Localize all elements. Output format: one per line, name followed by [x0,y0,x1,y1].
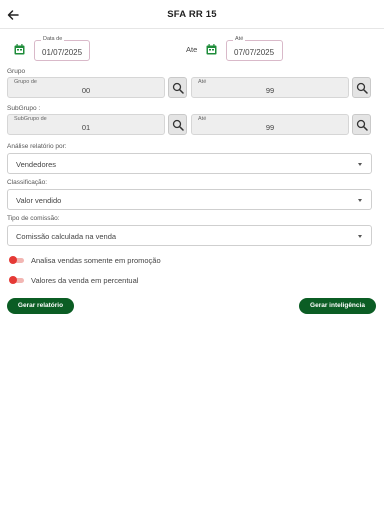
tipo-comissao-select-value: Comissão calculada na venda [16,232,117,241]
tipo-comissao-select[interactable]: Comissão calculada na venda [7,225,372,246]
subgrupo-from-label: SubGrupo de [14,116,47,122]
date-separator: Ate [186,45,198,54]
date-to-field[interactable]: Até 07/07/2025 [226,36,283,61]
date-from-value: 01/07/2025 [42,48,83,57]
percentual-toggle-label: Valores da venda em percentual [31,276,139,285]
subgrupo-to-field[interactable]: Até 99 [191,114,349,135]
analise-select-value: Vendedores [16,160,57,169]
grupo-from-field[interactable]: Grupo de 00 [7,77,165,98]
classificacao-select-value: Valor vendido [16,196,62,205]
percentual-toggle[interactable] [9,276,25,284]
classificacao-select[interactable]: Valor vendido [7,189,372,210]
chevron-down-icon [358,163,362,166]
grupo-from-value: 00 [81,86,91,95]
chevron-down-icon [358,235,362,238]
grupo-to-value: 99 [265,86,275,95]
analise-label: Análise relatório por: [7,143,67,150]
gerar-inteligencia-button[interactable]: Gerar inteligência [299,298,376,314]
promocao-toggle[interactable] [9,256,25,264]
search-icon [172,119,184,131]
search-icon [356,82,368,94]
date-from-field[interactable]: Data de 01/07/2025 [34,36,90,61]
grupo-from-search-button[interactable] [168,77,187,98]
calendar-icon[interactable] [206,44,217,55]
chevron-down-icon [358,199,362,202]
grupo-section-label: Grupo [7,68,26,75]
classificacao-label: Classificação: [7,179,48,186]
grupo-to-search-button[interactable] [352,77,371,98]
date-to-label: Até [233,36,246,42]
subgrupo-from-field[interactable]: SubGrupo de 01 [7,114,165,135]
subgrupo-from-search-button[interactable] [168,114,187,135]
tipo-comissao-label: Tipo de comissão: [7,215,60,222]
calendar-icon[interactable] [14,44,25,55]
grupo-to-label: Até [198,79,207,85]
grupo-to-field[interactable]: Até 99 [191,77,349,98]
search-icon [172,82,184,94]
search-icon [356,119,368,131]
promocao-toggle-label: Analisa vendas somente em promoção [31,256,161,265]
analise-select[interactable]: Vendedores [7,153,372,174]
app-bar: SFA RR 15 [0,0,384,29]
grupo-from-label: Grupo de [14,79,37,85]
subgrupo-section-label: SubGrupo : [7,105,41,112]
date-to-value: 07/07/2025 [234,48,275,57]
gerar-relatorio-button[interactable]: Gerar relatório [7,298,74,314]
date-from-label: Data de [41,36,65,42]
subgrupo-to-search-button[interactable] [352,114,371,135]
subgrupo-from-value: 01 [81,123,91,132]
page-title: SFA RR 15 [167,9,217,20]
subgrupo-to-value: 99 [265,123,275,132]
subgrupo-to-label: Até [198,116,207,122]
